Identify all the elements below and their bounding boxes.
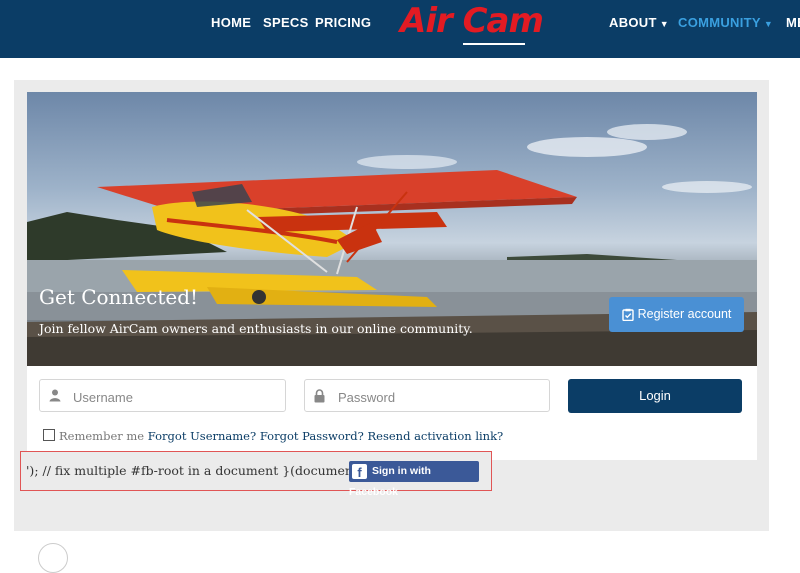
chevron-down-icon: ▼	[763, 19, 774, 29]
remember-row: Remember me Forgot Username? Forgot Pass…	[43, 429, 503, 443]
site-header: HOME SPECS PRICING Air Cam ABOUT ▼ COMMUN…	[0, 0, 800, 58]
user-icon	[49, 389, 61, 402]
username-field[interactable]: Username	[39, 379, 286, 412]
nav-community[interactable]: COMMUNITY ▼	[678, 15, 773, 30]
register-account-button[interactable]: Register account	[609, 297, 744, 332]
password-field[interactable]: Password	[304, 379, 550, 412]
aircam-logo[interactable]: Air Cam	[400, 0, 580, 42]
hero-title: Get Connected!	[39, 285, 199, 309]
password-placeholder: Password	[338, 390, 396, 405]
nav-about-label: ABOUT	[609, 15, 657, 30]
forgot-username-link[interactable]: Forgot Username?	[148, 429, 256, 443]
facebook-script-text: '); // fix multiple #fb-root in a docume…	[26, 463, 372, 478]
register-account-label: Register account	[637, 307, 732, 321]
facebook-signin-button[interactable]: f Sign in with Facebook	[349, 461, 479, 498]
login-button[interactable]: Login	[568, 379, 742, 413]
logo-underline	[463, 43, 525, 45]
resend-activation-link[interactable]: Resend activation link?	[367, 429, 503, 443]
partial-avatar	[38, 543, 68, 573]
forgot-password-link[interactable]: Forgot Password?	[260, 429, 364, 443]
nav-pricing[interactable]: PRICING	[315, 15, 371, 30]
chevron-down-icon: ▼	[659, 19, 669, 29]
hero-subtitle: Join fellow AirCam owners and enthusiast…	[39, 321, 473, 336]
nav-home[interactable]: HOME	[211, 15, 251, 30]
remember-me-label: Remember me	[59, 429, 145, 443]
clipboard-check-icon	[621, 309, 634, 322]
facebook-icon: f	[352, 464, 367, 480]
username-placeholder: Username	[73, 390, 133, 405]
logo-text: Air Cam	[400, 1, 544, 41]
nav-about[interactable]: ABOUT ▼	[609, 15, 669, 30]
nav-specs[interactable]: SPECS	[263, 15, 309, 30]
nav-more[interactable]: ME	[786, 15, 800, 30]
remember-me-checkbox[interactable]	[43, 429, 55, 441]
lock-icon	[314, 389, 325, 403]
nav-community-label: COMMUNITY	[678, 15, 761, 30]
